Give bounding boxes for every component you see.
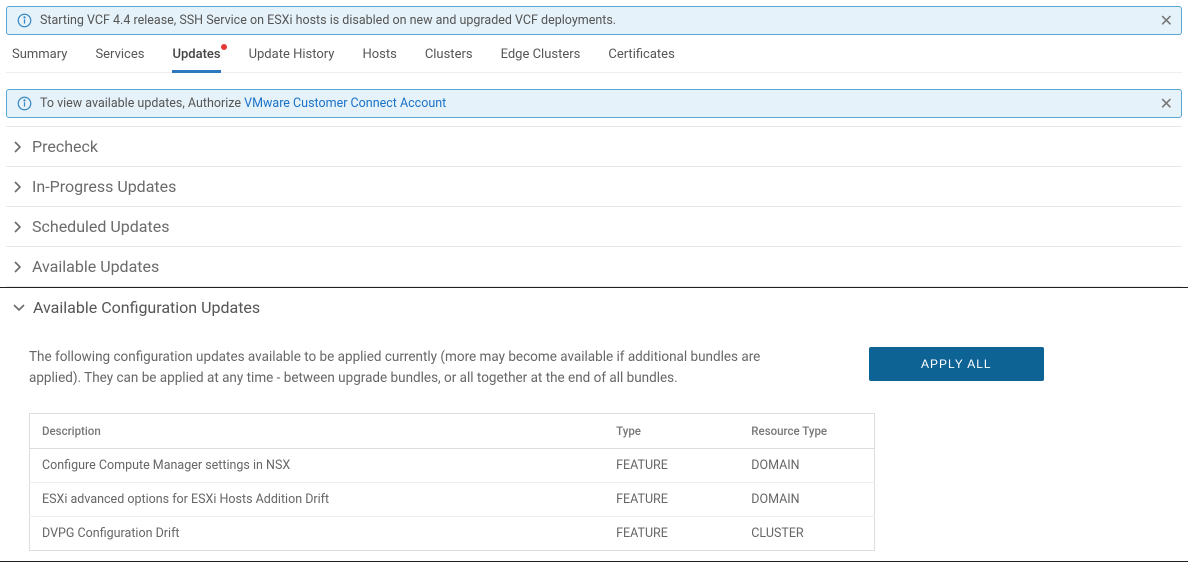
chevron-right-icon — [12, 261, 24, 273]
table-row: Configure Compute Manager settings in NS… — [30, 448, 875, 482]
apply-all-button[interactable]: APPLY ALL — [869, 347, 1044, 381]
cell-description: Configure Compute Manager settings in NS… — [30, 448, 605, 482]
col-description: Description — [30, 413, 605, 448]
section-inprogress-title: In-Progress Updates — [32, 177, 176, 196]
tab-clusters[interactable]: Clusters — [425, 47, 473, 72]
info-icon — [17, 96, 32, 111]
close-icon[interactable]: ✕ — [1160, 13, 1173, 29]
cell-description: DVPG Configuration Drift — [30, 516, 605, 550]
ssh-info-text: Starting VCF 4.4 release, SSH Service on… — [40, 13, 616, 28]
section-inprogress: In-Progress Updates — [6, 167, 1182, 207]
info-icon — [17, 13, 32, 28]
config-updates-table: Description Type Resource Type Configure… — [29, 413, 875, 551]
updates-accordion: Precheck In-Progress Updates Scheduled U… — [6, 126, 1182, 562]
authorize-text: To view available updates, Authorize VMw… — [40, 96, 446, 111]
chevron-right-icon — [12, 181, 24, 193]
section-scheduled-header[interactable]: Scheduled Updates — [6, 207, 1182, 246]
section-precheck: Precheck — [6, 127, 1182, 167]
config-description: The following configuration updates avai… — [29, 347, 789, 389]
section-precheck-header[interactable]: Precheck — [6, 127, 1182, 166]
tab-certificates[interactable]: Certificates — [608, 47, 674, 72]
col-type: Type — [604, 413, 739, 448]
tab-edge-clusters[interactable]: Edge Clusters — [501, 47, 581, 72]
cell-type: FEATURE — [604, 448, 739, 482]
close-icon[interactable]: ✕ — [1160, 96, 1173, 112]
chevron-down-icon — [13, 304, 25, 312]
cell-description: ESXi advanced options for ESXi Hosts Add… — [30, 482, 605, 516]
cell-type: FEATURE — [604, 482, 739, 516]
notification-dot-icon — [221, 44, 227, 50]
section-available-title: Available Updates — [32, 257, 159, 276]
vmware-connect-link[interactable]: VMware Customer Connect Account — [244, 96, 446, 111]
section-config-body: The following configuration updates avai… — [0, 327, 1188, 561]
chevron-right-icon — [12, 221, 24, 233]
tab-hosts[interactable]: Hosts — [362, 47, 396, 72]
section-inprogress-header[interactable]: In-Progress Updates — [6, 167, 1182, 206]
tab-updates[interactable]: Updates — [172, 47, 220, 72]
section-available: Available Updates — [6, 247, 1182, 287]
cell-resource-type: DOMAIN — [739, 482, 874, 516]
ssh-info-banner: Starting VCF 4.4 release, SSH Service on… — [6, 6, 1182, 35]
table-row: DVPG Configuration Drift FEATURE CLUSTER — [30, 516, 875, 550]
cell-resource-type: DOMAIN — [739, 448, 874, 482]
section-available-header[interactable]: Available Updates — [6, 247, 1182, 286]
cell-resource-type: CLUSTER — [739, 516, 874, 550]
section-config-title: Available Configuration Updates — [33, 298, 260, 317]
cell-type: FEATURE — [604, 516, 739, 550]
section-precheck-title: Precheck — [32, 137, 98, 156]
tab-bar: Summary Services Updates Update History … — [6, 35, 1182, 73]
tab-update-history[interactable]: Update History — [249, 47, 335, 72]
authorize-banner: To view available updates, Authorize VMw… — [6, 89, 1182, 118]
tab-summary[interactable]: Summary — [12, 47, 67, 72]
section-scheduled: Scheduled Updates — [6, 207, 1182, 247]
table-row: ESXi advanced options for ESXi Hosts Add… — [30, 482, 875, 516]
tab-services[interactable]: Services — [95, 47, 144, 72]
section-scheduled-title: Scheduled Updates — [32, 217, 169, 236]
section-config-header[interactable]: Available Configuration Updates — [0, 288, 1188, 327]
section-config-updates: Available Configuration Updates The foll… — [0, 287, 1188, 562]
chevron-right-icon — [12, 141, 24, 153]
col-resource-type: Resource Type — [739, 413, 874, 448]
